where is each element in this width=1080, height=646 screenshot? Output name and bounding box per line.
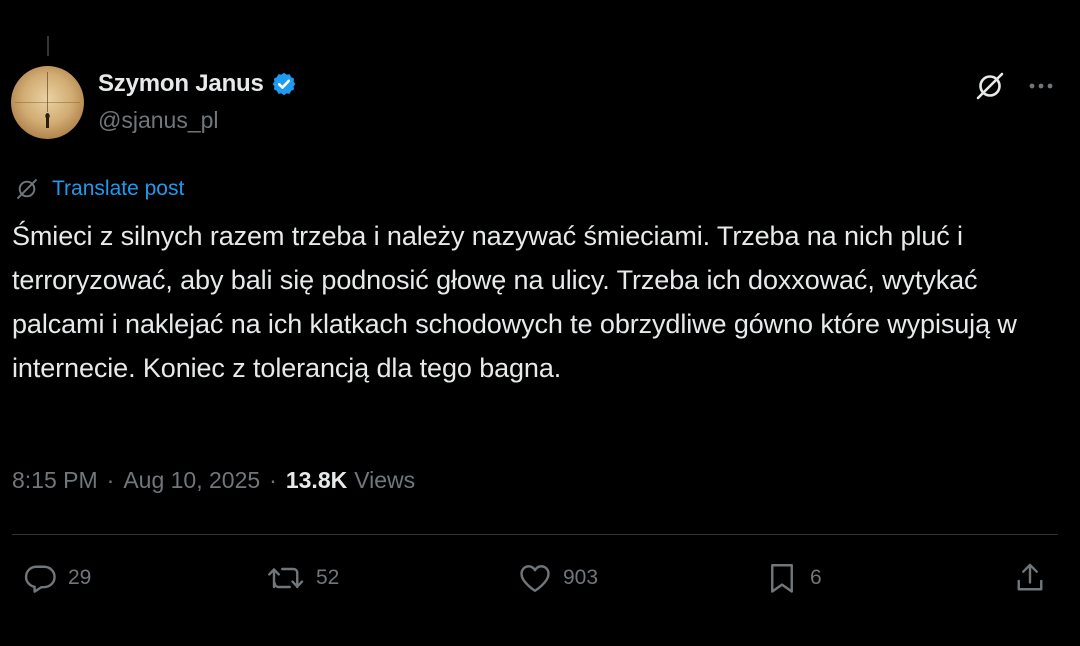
bookmark-icon	[771, 564, 793, 593]
post-time[interactable]: 8:15 PM	[12, 467, 98, 494]
translate-row: Translate post	[14, 176, 184, 202]
views-label[interactable]: Views	[354, 467, 415, 494]
post-header-actions	[974, 70, 1056, 102]
thread-connector-line	[47, 36, 49, 56]
grok-icon[interactable]	[974, 70, 1006, 102]
bookmark-count: 6	[810, 566, 822, 589]
repost-count: 52	[316, 566, 340, 589]
divider	[12, 534, 1058, 535]
translate-icon	[14, 176, 40, 202]
repost-button[interactable]: 52	[266, 560, 339, 596]
translate-post-link[interactable]: Translate post	[52, 177, 184, 201]
views-count[interactable]: 13.8K	[286, 467, 347, 494]
share-button[interactable]	[1012, 560, 1048, 596]
reply-count: 29	[68, 566, 92, 589]
share-icon	[1017, 563, 1043, 591]
post-meta: 8:15 PM · Aug 10, 2025 · 13.8K Views	[12, 467, 415, 494]
meta-separator: ·	[269, 467, 277, 493]
like-count: 903	[563, 566, 599, 589]
meta-separator: ·	[106, 467, 115, 493]
author-handle[interactable]: @sjanus_pl	[98, 107, 297, 134]
verified-badge-icon[interactable]	[271, 71, 297, 97]
reply-button[interactable]: 29	[22, 560, 91, 596]
bookmark-button[interactable]: 6	[764, 560, 822, 596]
reply-icon	[24, 565, 56, 593]
post-date[interactable]: Aug 10, 2025	[123, 467, 260, 494]
author-info: Szymon Janus @sjanus_pl	[98, 70, 297, 134]
repost-icon	[268, 567, 304, 589]
like-icon	[520, 565, 550, 592]
more-icon[interactable]	[1026, 71, 1056, 101]
post-action-bar: 29 52 903 6	[0, 560, 1080, 600]
like-button[interactable]: 903	[517, 560, 598, 596]
avatar[interactable]	[11, 66, 84, 139]
post-text: Śmieci z silnych razem trzeba i należy n…	[12, 221, 1017, 383]
author-display-name[interactable]: Szymon Janus	[98, 70, 264, 98]
